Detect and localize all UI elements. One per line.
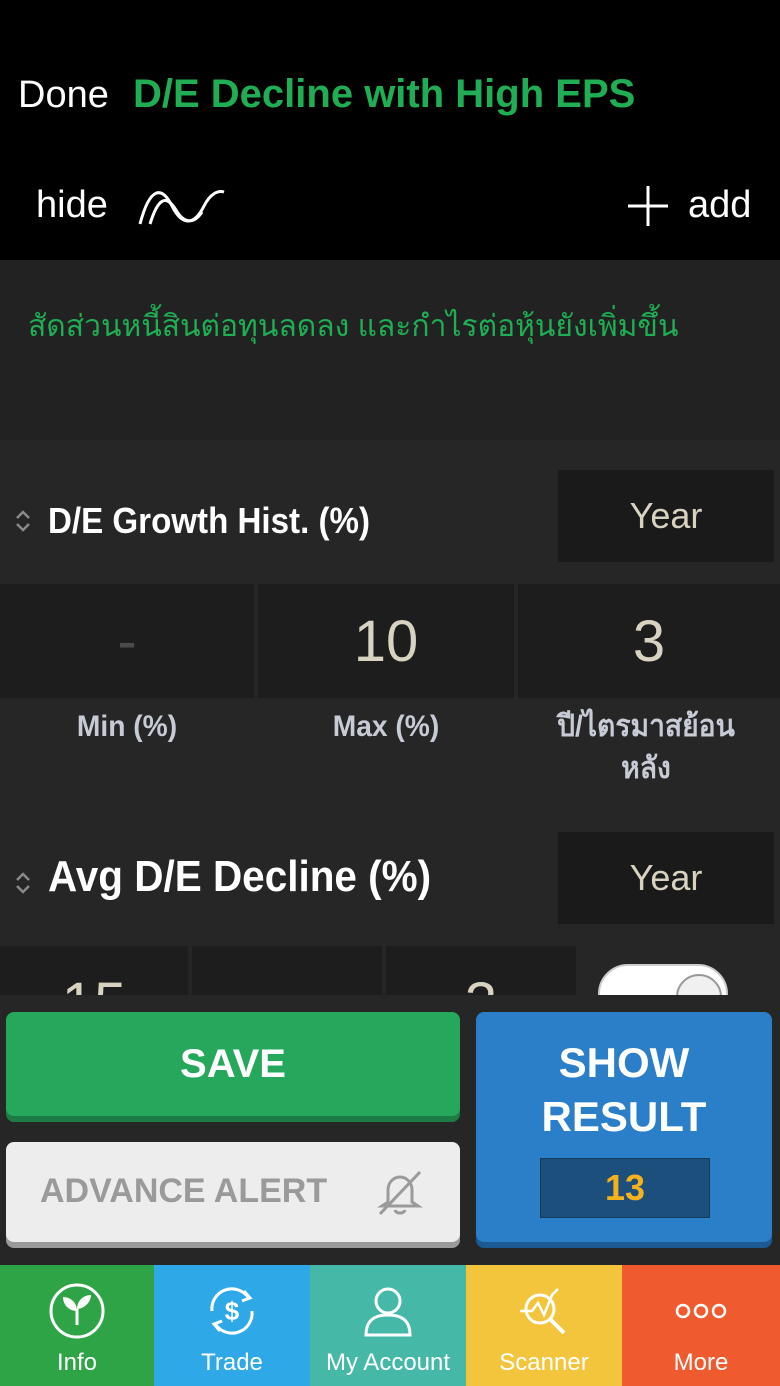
years-label: ปี/ไตรมาสย้อนหลัง bbox=[557, 710, 735, 785]
description-panel bbox=[0, 260, 780, 440]
advance-alert-button[interactable]: ADVANCE ALERT bbox=[6, 1142, 460, 1242]
magnifier-chart-icon bbox=[520, 1288, 566, 1335]
years-input[interactable]: 3 bbox=[518, 584, 780, 698]
result-count-badge: 13 bbox=[540, 1158, 710, 1218]
plus-icon[interactable] bbox=[626, 184, 670, 228]
tab-info[interactable]: Info bbox=[0, 1265, 154, 1386]
tab-more[interactable]: More bbox=[622, 1265, 780, 1386]
tab-label: Scanner bbox=[499, 1349, 589, 1376]
value-input[interactable]: 15 bbox=[0, 946, 188, 996]
filter-label: Avg D/E Decline (%) bbox=[48, 852, 432, 901]
save-button[interactable]: SAVE bbox=[6, 1012, 460, 1116]
add-button[interactable]: add bbox=[688, 184, 751, 227]
tab-trade[interactable]: $ Trade bbox=[154, 1265, 310, 1386]
show-result-label: SHOW RESULT bbox=[541, 1039, 707, 1140]
tab-label: Info bbox=[56, 1349, 98, 1376]
description-text: สัดส่วนหนี้สินต่อทุนลดลง และกำไรต่อหุ้นย… bbox=[28, 310, 679, 343]
min-label: Min (%) bbox=[76, 710, 178, 743]
plant-icon bbox=[49, 1283, 105, 1339]
tab-label: More bbox=[673, 1349, 729, 1376]
max-label: Max (%) bbox=[332, 710, 440, 743]
min-input[interactable]: - bbox=[0, 584, 254, 698]
dollar-cycle-icon: $ bbox=[210, 1287, 254, 1335]
tab-label: My Account bbox=[325, 1349, 451, 1376]
bell-off-icon bbox=[377, 1170, 423, 1216]
hide-button[interactable]: hide bbox=[36, 184, 108, 227]
done-button[interactable]: Done bbox=[18, 74, 109, 117]
value-text: 15 bbox=[62, 970, 127, 996]
wave-icon[interactable] bbox=[136, 184, 228, 228]
show-result-button[interactable]: SHOW RESULT 13 bbox=[476, 1012, 772, 1242]
value-input[interactable] bbox=[192, 946, 382, 996]
period-selector[interactable]: Year bbox=[558, 832, 774, 924]
sort-icon[interactable] bbox=[12, 870, 34, 896]
tab-my-account[interactable]: My Account bbox=[310, 1265, 466, 1386]
tab-label: Trade bbox=[201, 1349, 263, 1376]
filter-label: D/E Growth Hist. (%) bbox=[48, 500, 370, 541]
more-dots-icon bbox=[675, 1303, 727, 1319]
sort-icon[interactable] bbox=[12, 508, 34, 534]
user-icon bbox=[364, 1287, 412, 1337]
page-title: D/E Decline with High EPS bbox=[133, 72, 636, 116]
svg-text:$: $ bbox=[225, 1296, 240, 1326]
advance-alert-label: ADVANCE ALERT bbox=[40, 1172, 328, 1210]
tab-scanner[interactable]: Scanner bbox=[466, 1265, 622, 1386]
value-input[interactable]: 3 bbox=[386, 946, 576, 996]
max-input[interactable]: 10 bbox=[258, 584, 514, 698]
period-selector[interactable]: Year bbox=[558, 470, 774, 562]
value-text: 3 bbox=[465, 970, 497, 996]
